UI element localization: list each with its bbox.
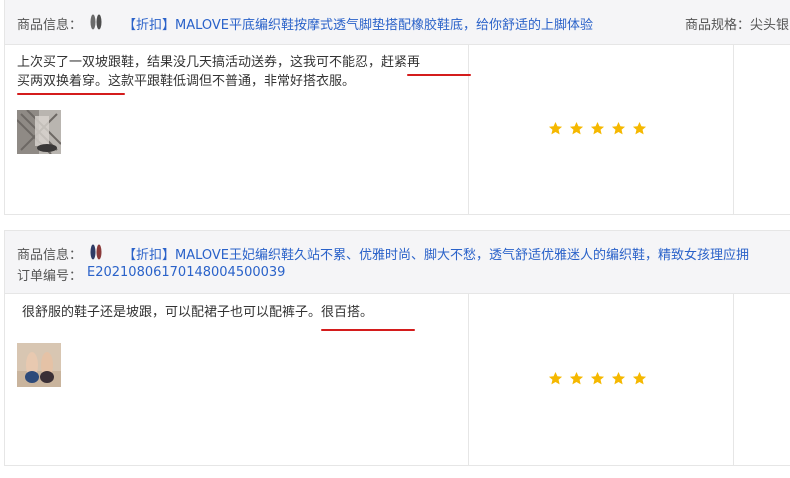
review-card: 商品信息： 【折扣】MALOVE王妃编织鞋久站不累、优雅时尚、脚大不愁，透气舒适… [4,230,790,466]
product-thumbnail[interactable] [90,13,102,31]
product-thumbnail[interactable] [90,243,102,261]
product-name-link[interactable]: 【折扣】MALOVE平底编织鞋按摩式透气脚垫搭配橡胶鞋底，给你舒适的上脚体验 [123,14,593,33]
star-icon [590,121,605,135]
star-icon [548,371,563,385]
review-text-line: 很舒服的鞋子还是坡跟，可以配裙子也可以配裤子。很百搭。 [22,305,374,320]
review-body: 上次买了一双坡跟鞋，结果没几天搞活动送券，这我可不能忍，赶紧再 买两双换着穿。这… [5,45,790,214]
column-divider [733,45,734,214]
star-icon [632,371,647,385]
star-icon [611,121,626,135]
product-info-label: 商品信息： [17,248,83,263]
review-photo[interactable] [17,110,61,154]
spec-value: 尖头银 [750,18,790,33]
star-icon [569,371,584,385]
star-icon [590,371,605,385]
column-divider [733,294,734,465]
order-number[interactable]: E20210806170148004500039 [87,265,285,280]
review-text-line: 买两双换着穿。这款平跟鞋低调但不普通，非常好搭衣服。 [17,74,356,89]
star-rating [548,121,647,136]
review-text: 上次买了一双坡跟鞋，结果没几天搞活动送券，这我可不能忍，赶紧再 买两双换着穿。这… [17,53,420,91]
column-divider [468,294,469,465]
spec-label: 商品规格：尖头银 [685,14,789,33]
review-header: 商品信息： 【折扣】MALOVE平底编织鞋按摩式透气脚垫搭配橡胶鞋底，给你舒适的… [5,0,790,45]
highlight-underline [17,93,125,95]
review-header: 商品信息： 【折扣】MALOVE王妃编织鞋久站不累、优雅时尚、脚大不愁，透气舒适… [5,231,790,294]
column-divider [468,45,469,214]
spec-label-text: 商品规格： [685,18,751,33]
review-card: 商品信息： 【折扣】MALOVE平底编织鞋按摩式透气脚垫搭配橡胶鞋底，给你舒适的… [4,0,790,215]
product-info-label: 商品信息： [17,18,83,33]
highlight-underline [321,329,415,331]
star-icon [569,121,584,135]
star-icon [632,121,647,135]
product-name-link[interactable]: 【折扣】MALOVE王妃编织鞋久站不累、优雅时尚、脚大不愁，透气舒适优雅迷人的编… [123,244,749,263]
review-text: 很舒服的鞋子还是坡跟，可以配裙子也可以配裤子。很百搭。 [22,303,373,322]
star-icon [548,121,563,135]
highlight-underline [407,74,471,76]
review-body: 很舒服的鞋子还是坡跟，可以配裙子也可以配裤子。很百搭。 [5,294,790,465]
star-rating [548,371,647,386]
star-icon [611,371,626,385]
review-photo[interactable] [17,343,61,387]
order-label: 订单编号： [17,269,83,284]
review-text-line: 上次买了一双坡跟鞋，结果没几天搞活动送券，这我可不能忍，赶紧再 [17,55,421,70]
